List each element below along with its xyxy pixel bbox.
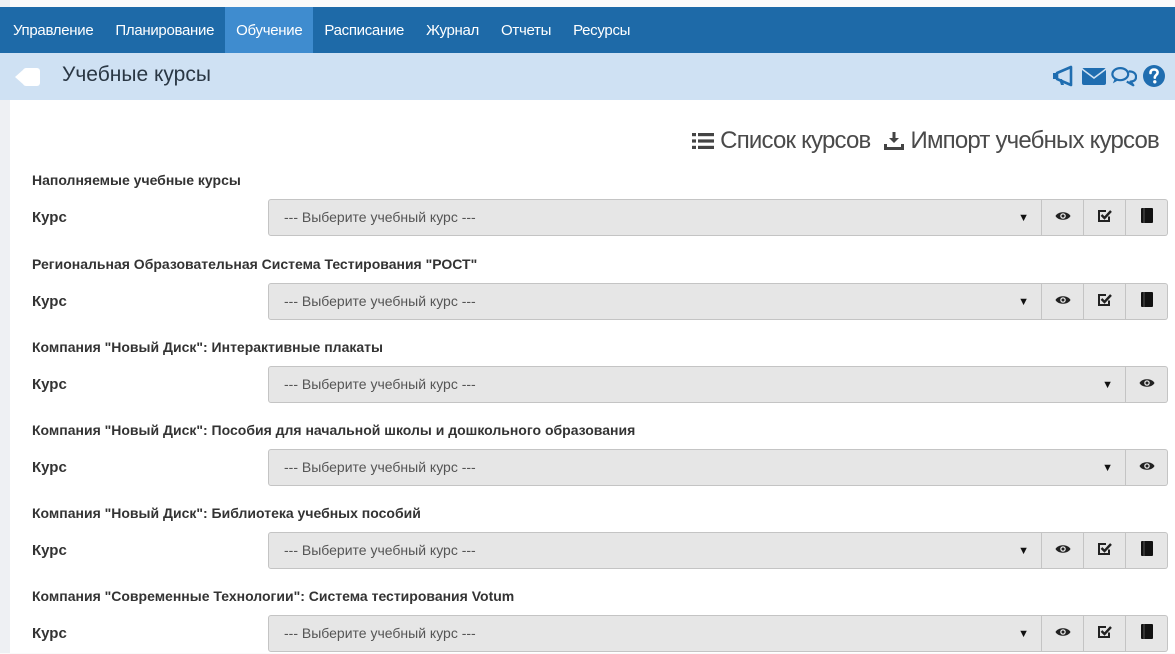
eye-icon xyxy=(1055,209,1071,227)
nav-item-management[interactable]: Управление xyxy=(0,7,104,53)
envelope-icon[interactable] xyxy=(1081,64,1107,88)
help-icon[interactable] xyxy=(1141,64,1167,88)
course-select-value: --- Выберите учебный курс --- xyxy=(284,376,476,392)
nav-item-resources[interactable]: Ресурсы xyxy=(562,7,641,53)
group-title: Региональная Образовательная Система Тес… xyxy=(32,256,478,272)
course-row: Курс --- Выберите учебный курс --- ▼ xyxy=(32,366,1175,405)
view-button[interactable] xyxy=(1042,532,1084,569)
caret-down-icon: ▼ xyxy=(1018,296,1029,308)
course-label: Курс xyxy=(32,542,67,559)
nav-item-learning[interactable]: Обучение xyxy=(225,7,314,53)
group-title: Компания "Новый Диск": Пособия для начал… xyxy=(32,422,636,438)
group-title: Компания "Новый Диск": Библиотека учебны… xyxy=(32,505,421,521)
course-label: Курс xyxy=(32,459,67,476)
course-select-value: --- Выберите учебный курс --- xyxy=(284,625,476,641)
back-icon[interactable] xyxy=(14,66,42,88)
caret-down-icon: ▼ xyxy=(1102,379,1113,391)
check-button[interactable] xyxy=(1084,615,1126,652)
eye-icon xyxy=(1055,542,1071,560)
course-list-label: Список курсов xyxy=(720,127,871,154)
book-button[interactable] xyxy=(1126,199,1168,236)
book-button[interactable] xyxy=(1126,615,1168,652)
course-group-3: Компания "Новый Диск": Интерактивные пла… xyxy=(32,337,1175,405)
nav-item-planning[interactable]: Планирование xyxy=(104,7,225,53)
course-select[interactable]: --- Выберите учебный курс --- ▼ xyxy=(268,199,1042,236)
book-icon xyxy=(1140,207,1153,228)
course-select[interactable]: --- Выберите учебный курс --- ▼ xyxy=(268,366,1126,403)
book-icon xyxy=(1140,291,1153,312)
import-courses-link[interactable]: Импорт учебных курсов xyxy=(883,127,1160,155)
course-label: Курс xyxy=(32,209,67,226)
course-actions: Список курсов Импорт учебных курсов xyxy=(692,127,1160,155)
course-select-value: --- Выберите учебный курс --- xyxy=(284,459,476,475)
import-courses-label: Импорт учебных курсов xyxy=(910,127,1160,154)
group-title: Наполняемые учебные курсы xyxy=(32,172,241,188)
course-label: Курс xyxy=(32,376,67,393)
group-title: Компания "Новый Диск": Интерактивные пла… xyxy=(32,339,383,355)
caret-down-icon: ▼ xyxy=(1018,545,1029,557)
view-button[interactable] xyxy=(1126,366,1168,403)
eye-icon xyxy=(1055,625,1071,643)
check-square-icon xyxy=(1097,208,1112,228)
megaphone-icon[interactable] xyxy=(1051,64,1077,88)
nav-item-reports[interactable]: Отчеты xyxy=(490,7,562,53)
check-square-icon xyxy=(1097,624,1112,644)
import-icon xyxy=(883,131,905,151)
page-title: Учебные курсы xyxy=(62,63,211,86)
course-row: Курс --- Выберите учебный курс --- ▼ xyxy=(32,199,1175,238)
course-select-value: --- Выберите учебный курс --- xyxy=(284,293,476,309)
header-icons xyxy=(1051,64,1167,88)
eye-icon xyxy=(1055,293,1071,311)
check-button[interactable] xyxy=(1084,283,1126,320)
course-row: Курс --- Выберите учебный курс --- ▼ xyxy=(32,449,1175,488)
eye-icon xyxy=(1139,376,1155,394)
course-list-link[interactable]: Список курсов xyxy=(692,127,871,155)
course-select[interactable]: --- Выберите учебный курс --- ▼ xyxy=(268,532,1042,569)
group-title: Компания "Современные Технологии": Систе… xyxy=(32,588,515,604)
page: Управление Планирование Обучение Расписа… xyxy=(0,0,1175,653)
course-group-6: Компания "Современные Технологии": Систе… xyxy=(32,586,1175,654)
view-button[interactable] xyxy=(1126,449,1168,486)
caret-down-icon: ▼ xyxy=(1018,628,1029,640)
eye-icon xyxy=(1139,459,1155,477)
course-select-value: --- Выберите учебный курс --- xyxy=(284,209,476,225)
caret-down-icon: ▼ xyxy=(1102,462,1113,474)
book-button[interactable] xyxy=(1126,283,1168,320)
nav-item-schedule[interactable]: Расписание xyxy=(313,7,415,53)
check-square-icon xyxy=(1097,292,1112,312)
page-header: Учебные курсы xyxy=(0,53,1175,100)
course-group-1: Наполняемые учебные курсы Курс --- Выбер… xyxy=(32,170,1175,238)
course-group-5: Компания "Новый Диск": Библиотека учебны… xyxy=(32,503,1175,571)
list-icon xyxy=(692,131,715,151)
course-row: Курс --- Выберите учебный курс --- ▼ xyxy=(32,283,1175,322)
course-group-2: Региональная Образовательная Система Тес… xyxy=(32,254,1175,322)
course-select[interactable]: --- Выберите учебный курс --- ▼ xyxy=(268,283,1042,320)
top-navigation: Управление Планирование Обучение Расписа… xyxy=(0,7,1175,53)
caret-down-icon: ▼ xyxy=(1018,212,1029,224)
view-button[interactable] xyxy=(1042,283,1084,320)
course-row: Курс --- Выберите учебный курс --- ▼ xyxy=(32,532,1175,571)
check-button[interactable] xyxy=(1084,532,1126,569)
course-select[interactable]: --- Выберите учебный курс --- ▼ xyxy=(268,615,1042,652)
book-icon xyxy=(1140,623,1153,644)
course-select-value: --- Выберите учебный курс --- xyxy=(284,542,476,558)
main-content: Список курсов Импорт учебных курсов Напо… xyxy=(10,100,1175,653)
course-group-4: Компания "Новый Диск": Пособия для начал… xyxy=(32,420,1175,488)
course-select[interactable]: --- Выберите учебный курс --- ▼ xyxy=(268,449,1126,486)
check-button[interactable] xyxy=(1084,199,1126,236)
nav-item-journal[interactable]: Журнал xyxy=(415,7,490,53)
view-button[interactable] xyxy=(1042,199,1084,236)
book-icon xyxy=(1140,540,1153,561)
view-button[interactable] xyxy=(1042,615,1084,652)
course-label: Курс xyxy=(32,293,67,310)
check-square-icon xyxy=(1097,541,1112,561)
book-button[interactable] xyxy=(1126,532,1168,569)
course-row: Курс --- Выберите учебный курс --- ▼ xyxy=(32,615,1175,654)
course-label: Курс xyxy=(32,625,67,642)
chat-icon[interactable] xyxy=(1111,64,1137,88)
